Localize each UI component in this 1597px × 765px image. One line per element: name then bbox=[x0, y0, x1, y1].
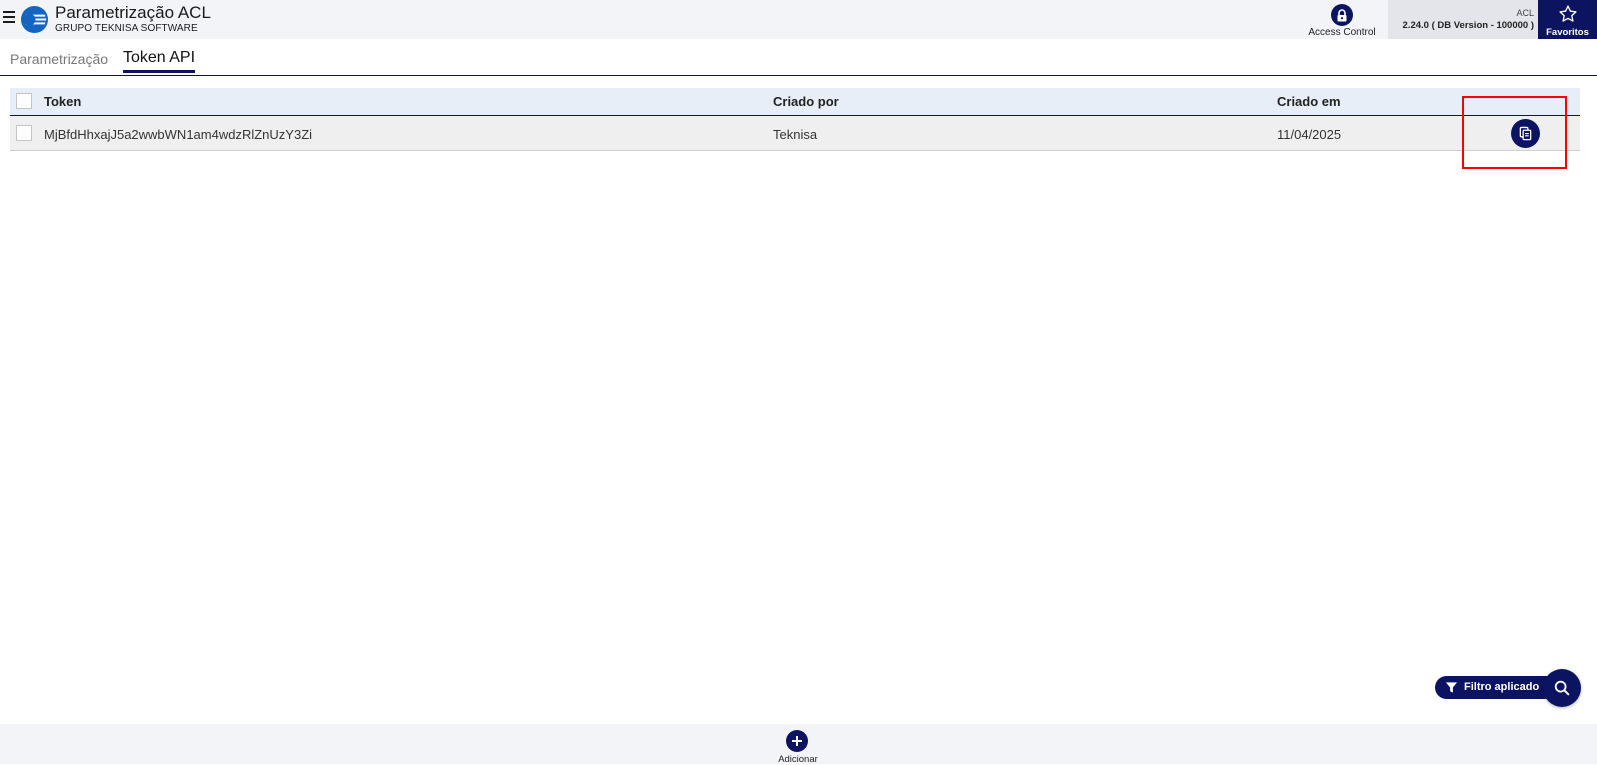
tab-token-api[interactable]: Token API bbox=[123, 49, 196, 73]
menu-icon[interactable] bbox=[3, 11, 15, 25]
tab-bar: Parametrização Token API bbox=[0, 40, 1597, 76]
table-header: Token Criado por Criado em bbox=[10, 88, 1580, 116]
lock-icon bbox=[1331, 4, 1353, 26]
add-button[interactable] bbox=[786, 730, 808, 752]
column-header-token[interactable]: Token bbox=[44, 94, 81, 109]
copy-token-button[interactable] bbox=[1511, 119, 1540, 148]
app-header: Parametrização ACL GRUPO TEKNISA SOFTWAR… bbox=[0, 0, 1597, 39]
teknisa-logo bbox=[20, 5, 49, 34]
access-control-label: Access Control bbox=[1308, 27, 1376, 38]
column-header-criado-em[interactable]: Criado em bbox=[1277, 94, 1341, 109]
copy-icon bbox=[1519, 126, 1532, 141]
add-label: Adicionar bbox=[778, 754, 818, 765]
search-icon bbox=[1554, 680, 1570, 696]
cell-token: MjBfdHhxajJ5a2wwbWN1am4wdzRlZnUzY3Zi bbox=[44, 127, 313, 142]
column-header-criado-por[interactable]: Criado por bbox=[773, 94, 839, 109]
select-all-checkbox[interactable] bbox=[16, 93, 32, 109]
app-title: Parametrização ACL bbox=[55, 3, 211, 22]
cell-criado-por: Teknisa bbox=[773, 127, 818, 142]
cell-criado-em: 11/04/2025 bbox=[1277, 127, 1342, 142]
footer-bar: Adicionar bbox=[0, 724, 1597, 765]
version-info: ACL 2.24.0 ( DB Version - 100000 ) bbox=[1388, 0, 1538, 39]
token-table: Token Criado por Criado em MjBfdHhxajJ5a… bbox=[10, 88, 1580, 151]
version-label: 2.24.0 ( DB Version - 100000 ) bbox=[1402, 20, 1534, 31]
favoritos-button[interactable]: Favoritos bbox=[1538, 0, 1597, 39]
row-checkbox[interactable] bbox=[16, 125, 32, 141]
tab-parametrizacao[interactable]: Parametrização bbox=[10, 51, 108, 67]
star-icon bbox=[1558, 5, 1577, 22]
favoritos-label: Favoritos bbox=[1546, 27, 1589, 38]
filter-label: Filtro aplicado bbox=[1464, 681, 1540, 693]
acl-label: ACL bbox=[1516, 8, 1534, 18]
search-button[interactable] bbox=[1543, 669, 1581, 707]
table-row[interactable]: MjBfdHhxajJ5a2wwbWN1am4wdzRlZnUzY3Zi Tek… bbox=[10, 116, 1580, 151]
funnel-icon bbox=[1445, 682, 1458, 693]
plus-icon bbox=[792, 736, 802, 746]
access-control-button[interactable]: Access Control bbox=[1300, 4, 1384, 38]
app-subtitle: GRUPO TEKNISA SOFTWARE bbox=[55, 23, 198, 34]
